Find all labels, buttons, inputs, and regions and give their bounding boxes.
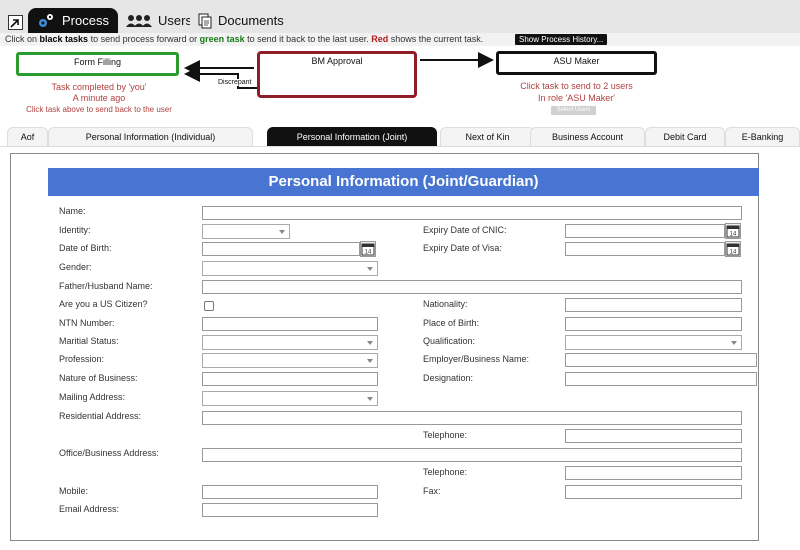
chevron-down-icon	[367, 341, 373, 345]
father-husband-input[interactable]	[202, 280, 742, 294]
office-address-label: Office/Business Address:	[59, 448, 159, 458]
svg-text:14: 14	[730, 250, 737, 256]
identity-label: Identity:	[59, 225, 91, 235]
email-label: Email Address:	[59, 504, 120, 514]
gender-label: Gender:	[59, 262, 92, 272]
place-of-birth-input[interactable]	[565, 317, 742, 331]
designation-input[interactable]	[565, 372, 757, 386]
task-bm-approval: BM Approval	[257, 51, 417, 98]
chevron-down-icon	[367, 267, 373, 271]
select-users-button[interactable]: Select Users	[551, 106, 596, 115]
task-asu-maker-label: ASU Maker	[553, 56, 600, 66]
email-input[interactable]	[202, 503, 378, 517]
mailing-address-select[interactable]	[202, 391, 378, 406]
svg-text:14: 14	[730, 232, 737, 238]
marital-status-select[interactable]	[202, 335, 378, 350]
nationality-input[interactable]	[565, 298, 742, 312]
qualification-select[interactable]	[565, 335, 742, 350]
task-asu-maker[interactable]: ASU Maker	[496, 51, 657, 75]
us-citizen-label: Are you a US Citizen?	[59, 299, 148, 309]
residential-telephone-input[interactable]	[565, 429, 742, 443]
name-label: Name:	[59, 206, 86, 216]
residential-address-label: Residential Address:	[59, 411, 142, 421]
telephone-label: Telephone:	[423, 430, 468, 440]
discrepant-label: Discrepant	[218, 79, 252, 86]
tab-next-of-kin[interactable]: Next of Kin	[440, 127, 535, 146]
office-telephone-input[interactable]	[565, 466, 742, 480]
asu-maker-role: In role 'ASU Maker'	[538, 93, 615, 103]
fax-input[interactable]	[565, 485, 742, 499]
form-tabs: Aof Personal Information (Individual) Pe…	[0, 123, 800, 147]
ntn-input[interactable]	[202, 317, 378, 331]
tab-debit-card[interactable]: Debit Card	[645, 127, 725, 146]
dob-label: Date of Birth:	[59, 243, 112, 253]
office-address-input[interactable]	[202, 448, 742, 462]
svg-text:14: 14	[365, 250, 372, 256]
task-form-filling[interactable]: Form Filling	[16, 52, 179, 76]
mailing-address-label: Mailing Address:	[59, 392, 126, 402]
nature-business-input[interactable]	[202, 372, 378, 386]
nationality-label: Nationality:	[423, 299, 468, 309]
task-form-filling-label: Form Filling	[73, 57, 121, 67]
designation-label: Designation:	[423, 373, 474, 383]
dob-input[interactable]	[202, 242, 360, 256]
chevron-down-icon	[367, 397, 373, 401]
mobile-label: Mobile:	[59, 486, 89, 496]
expiry-cnic-input[interactable]	[565, 224, 725, 238]
chevron-down-icon	[279, 230, 285, 234]
form-filling-hint: Click task above to send back to the use…	[26, 105, 172, 114]
calendar-icon[interactable]: 14	[360, 241, 376, 257]
chevron-down-icon	[367, 359, 373, 363]
father-husband-label: Father/Husband Name:	[59, 281, 153, 291]
mobile-input[interactable]	[202, 485, 378, 499]
tab-aof[interactable]: Aof	[7, 127, 48, 146]
tab-personal-individual[interactable]: Personal Information (Individual)	[48, 127, 253, 146]
employer-input[interactable]	[565, 353, 757, 367]
nature-business-label: Nature of Business:	[59, 373, 138, 383]
profession-label: Profession:	[59, 354, 105, 364]
tab-business-account[interactable]: Business Account	[530, 127, 645, 146]
asu-maker-note: Click task to send to 2 users	[520, 81, 633, 91]
calendar-icon[interactable]: 14	[725, 223, 741, 239]
employer-label: Employer/Business Name:	[423, 354, 530, 364]
residential-address-input[interactable]	[202, 411, 742, 425]
form-filling-time: A minute ago	[72, 93, 126, 103]
place-of-birth-label: Place of Birth:	[423, 318, 480, 328]
qualification-label: Qualification:	[423, 336, 476, 346]
section-title: Personal Information (Joint/Guardian)	[48, 168, 759, 196]
tab-e-banking[interactable]: E-Banking	[725, 127, 800, 146]
telephone-label: Telephone:	[423, 467, 468, 477]
fax-label: Fax:	[423, 486, 441, 496]
us-citizen-checkbox[interactable]	[204, 301, 214, 311]
tab-personal-joint[interactable]: Personal Information (Joint)	[267, 127, 437, 146]
task-bm-approval-label: BM Approval	[311, 56, 363, 66]
chevron-down-icon	[731, 341, 737, 345]
calendar-icon[interactable]: 14	[725, 241, 741, 257]
identity-select[interactable]	[202, 224, 290, 239]
expiry-cnic-label: Expiry Date of CNIC:	[423, 225, 507, 235]
gender-select[interactable]	[202, 261, 378, 276]
expiry-visa-label: Expiry Date of Visa:	[423, 243, 502, 253]
marital-status-label: Maritial Status:	[59, 336, 119, 346]
profession-select[interactable]	[202, 353, 378, 368]
expiry-visa-input[interactable]	[565, 242, 725, 256]
ntn-label: NTN Number:	[59, 318, 115, 328]
name-input[interactable]	[202, 206, 742, 220]
